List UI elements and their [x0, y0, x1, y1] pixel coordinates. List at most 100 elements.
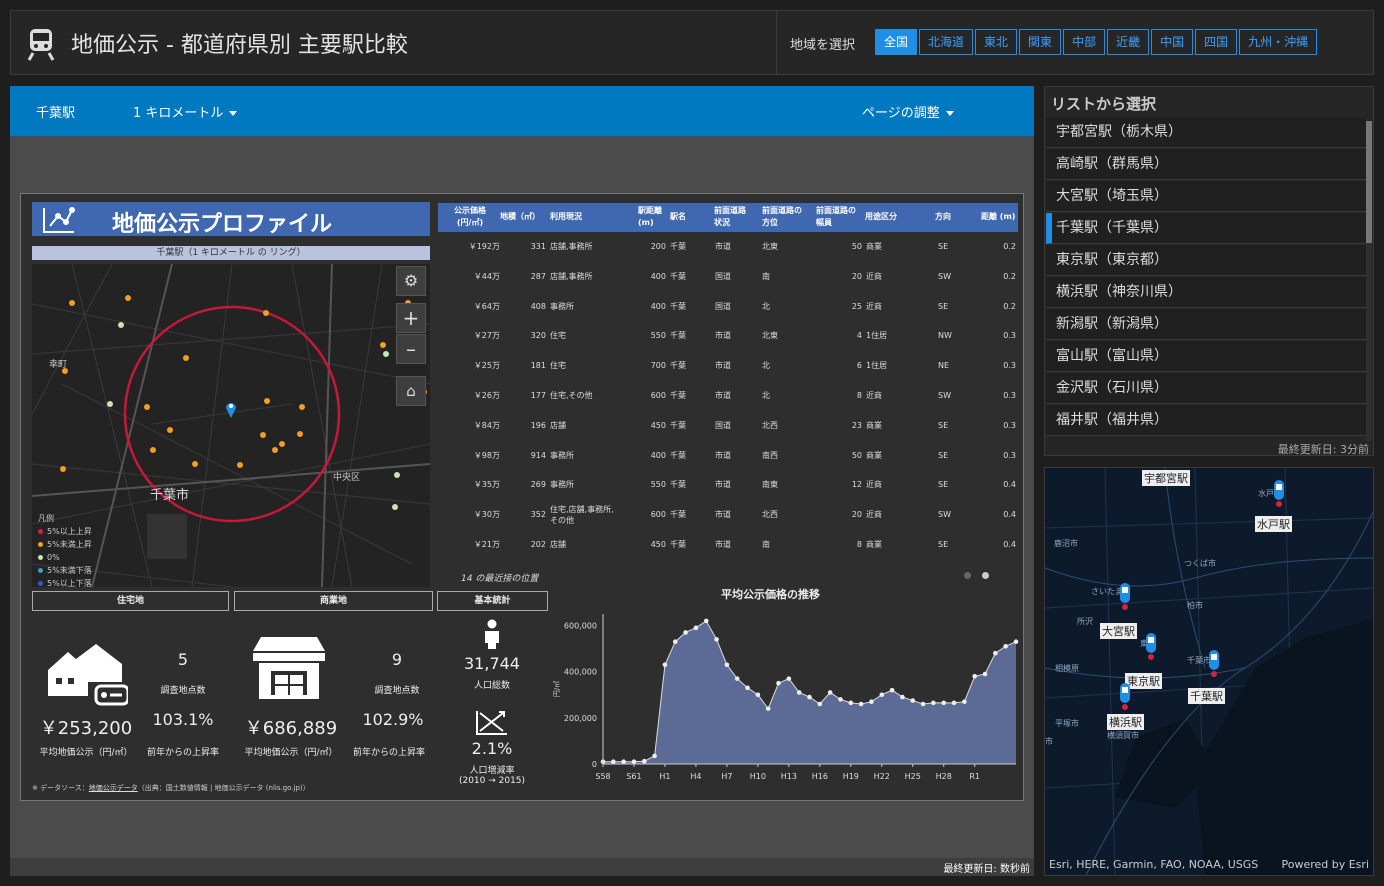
station-list-item[interactable]: 高崎駅（群馬県） [1046, 149, 1366, 180]
residential-rate: 103.1% [152, 710, 214, 729]
station-label[interactable]: 横浜駅 [1107, 714, 1144, 730]
station-label[interactable]: 大宮駅 [1100, 623, 1137, 639]
region-button-kyushu[interactable]: 九州・沖縄 [1239, 29, 1318, 55]
settings-button[interactable]: ⚙ [396, 266, 426, 296]
column-header[interactable]: 前面道路の 幅員 [816, 205, 856, 229]
station-selector[interactable]: 千葉駅 [36, 102, 75, 121]
overview-map[interactable]: 水戸鹿沼市つくば市さいたま市柏市所沢東京千葉市相模原平塚市横須賀市市 宇都宮駅水… [1044, 467, 1374, 876]
tab-commercial[interactable]: 商業地 [234, 591, 433, 611]
survey-point[interactable] [144, 404, 150, 410]
table-row[interactable]: ￥27万 320 住宅 550 千葉 市道 北東 4 1住居 NW 0.3 [438, 321, 1018, 351]
region-button-shikoku[interactable]: 四国 [1195, 29, 1238, 55]
survey-point[interactable] [150, 447, 156, 453]
region-label: 地域を選択 [790, 38, 856, 53]
table-row[interactable]: ￥26万 177 住宅,その他 600 千葉 市道 北 8 近商 SW 0.3 [438, 381, 1018, 411]
data-point [869, 699, 874, 704]
survey-point[interactable] [167, 427, 173, 433]
table-row[interactable]: ￥64万 408 事務所 400 千葉 国道 北 25 近商 SE 0.2 [438, 292, 1018, 322]
station-list-item[interactable]: 新潟駅（新潟県） [1046, 309, 1366, 340]
survey-point[interactable] [260, 432, 266, 438]
station-pin-icon[interactable] [1208, 650, 1220, 678]
survey-point[interactable] [107, 401, 113, 407]
station-label[interactable]: 水戸駅 [1255, 516, 1292, 532]
data-point [621, 759, 626, 764]
station-pin-icon[interactable] [1119, 683, 1131, 711]
survey-point[interactable] [394, 472, 400, 478]
station-list-item[interactable]: 千葉駅（千葉県） [1046, 213, 1366, 244]
region-button-chubu[interactable]: 中部 [1063, 29, 1106, 55]
distance-dropdown[interactable]: 1 キロメートル [133, 102, 238, 121]
column-header[interactable]: 利用現況 [550, 211, 582, 223]
ring-map[interactable]: 幸町 千葉市 中央区 ⚙ + – ⌂ 凡例 5%以上上昇 5%未満上昇 0% 5… [32, 264, 430, 587]
home-button[interactable]: ⌂ [396, 376, 426, 406]
survey-point[interactable] [263, 310, 269, 316]
survey-point[interactable] [383, 351, 389, 357]
station-list-item[interactable]: 福井駅（福井県） [1046, 405, 1366, 436]
page-dot-active[interactable] [982, 572, 989, 579]
table-row[interactable]: ￥30万 352 住宅,店舗,事務所, その他 600 千葉 市道 北西 20 近商 SW 0.4 [438, 500, 1018, 530]
survey-point[interactable] [183, 355, 189, 361]
column-header[interactable]: 方向 [935, 211, 951, 223]
residential-avg-label: 平均地価公示（円/㎡） [39, 748, 133, 758]
region-button-hokkaido[interactable]: 北海道 [919, 29, 974, 55]
station-pin-icon[interactable] [1273, 480, 1285, 508]
region-button-kanto[interactable]: 関東 [1019, 29, 1062, 55]
survey-point[interactable] [392, 504, 398, 510]
station-list-item[interactable]: 東京駅（東京都） [1046, 245, 1366, 276]
survey-point[interactable] [237, 462, 243, 468]
station-pin-icon[interactable] [1145, 633, 1157, 661]
table-row[interactable]: ￥192万 331 店舗,事務所 200 千葉 市道 北東 50 商業 SE 0.2 [438, 232, 1018, 262]
table-row[interactable]: ￥21万 202 店舗 450 千葉 市道 南 8 商業 SE 0.4 [438, 530, 1018, 560]
survey-point[interactable] [60, 466, 66, 472]
survey-point[interactable] [272, 447, 278, 453]
region-button-kinki[interactable]: 近畿 [1107, 29, 1150, 55]
survey-point[interactable] [69, 300, 75, 306]
page-adjust-dropdown[interactable]: ページの調整 [862, 102, 954, 121]
table-row[interactable]: ￥84万 196 店舗 450 千葉 国道 北西 23 商業 SE 0.3 [438, 411, 1018, 441]
list-scrollbar[interactable] [1366, 121, 1372, 441]
population-growth-icon [476, 711, 507, 735]
region-button-all[interactable]: 全国 [875, 29, 918, 55]
column-header[interactable]: 駅名 [670, 211, 686, 223]
table-row[interactable]: ￥98万 914 事務所 400 千葉 市道 南西 50 商業 SE 0.3 [438, 441, 1018, 471]
station-list-item[interactable]: 富山駅（富山県） [1046, 341, 1366, 372]
region-button-tohoku[interactable]: 東北 [975, 29, 1018, 55]
column-header[interactable]: 公示価格 (円/㎡) [454, 205, 486, 229]
column-header[interactable]: 前面道路の 方位 [762, 205, 802, 229]
table-row[interactable]: ￥44万 287 店舗,事務所 400 千葉 国道 南 20 近商 SW 0.2 [438, 262, 1018, 292]
station-label[interactable]: 宇都宮駅 [1142, 470, 1190, 486]
table-row[interactable]: ￥25万 181 住宅 700 千葉 市道 北 6 1住居 NE 0.3 [438, 351, 1018, 381]
station-pin-icon[interactable] [225, 400, 237, 418]
station-label[interactable]: 千葉駅 [1188, 688, 1225, 704]
survey-point[interactable] [279, 441, 285, 447]
table-cell: 0.2 [1003, 242, 1016, 251]
column-header[interactable]: 距離 (m) [981, 211, 1015, 223]
zoom-in-button[interactable]: + [396, 303, 426, 333]
station-list-item[interactable]: 宇都宮駅（栃木県） [1046, 117, 1366, 148]
table-row[interactable]: ￥35万 269 事務所 550 千葉 市道 南東 12 近商 SE 0.4 [438, 470, 1018, 500]
scrollbar-thumb[interactable] [1366, 121, 1372, 243]
survey-point[interactable] [299, 404, 305, 410]
column-header[interactable]: 地積（㎡） [500, 211, 540, 223]
column-header[interactable]: 用途区分 [865, 211, 897, 223]
region-button-chugoku[interactable]: 中国 [1151, 29, 1194, 55]
station-list-item[interactable]: 金沢駅（石川県） [1046, 373, 1366, 404]
station-pin-icon[interactable] [1119, 583, 1131, 611]
zoom-out-button[interactable]: – [396, 334, 426, 364]
station-list-item[interactable]: 大宮駅（埼玉県） [1046, 181, 1366, 212]
column-header[interactable]: 前面道路 状況 [714, 205, 746, 229]
tab-basic-stats[interactable]: 基本統計 [437, 591, 548, 611]
data-point [972, 674, 977, 679]
survey-point[interactable] [297, 431, 303, 437]
station-list-item[interactable]: 横浜駅（神奈川県） [1046, 277, 1366, 308]
source-link[interactable]: 地価公示データ [89, 784, 138, 792]
survey-point[interactable] [380, 342, 386, 348]
legend-swatch [38, 568, 43, 573]
page-dot[interactable] [964, 572, 971, 579]
column-header[interactable]: 駅距離 (m) [638, 205, 662, 229]
survey-point[interactable] [264, 398, 270, 404]
survey-point[interactable] [125, 295, 131, 301]
survey-point[interactable] [192, 461, 198, 467]
survey-point[interactable] [118, 322, 124, 328]
tab-residential[interactable]: 住宅地 [32, 591, 229, 611]
